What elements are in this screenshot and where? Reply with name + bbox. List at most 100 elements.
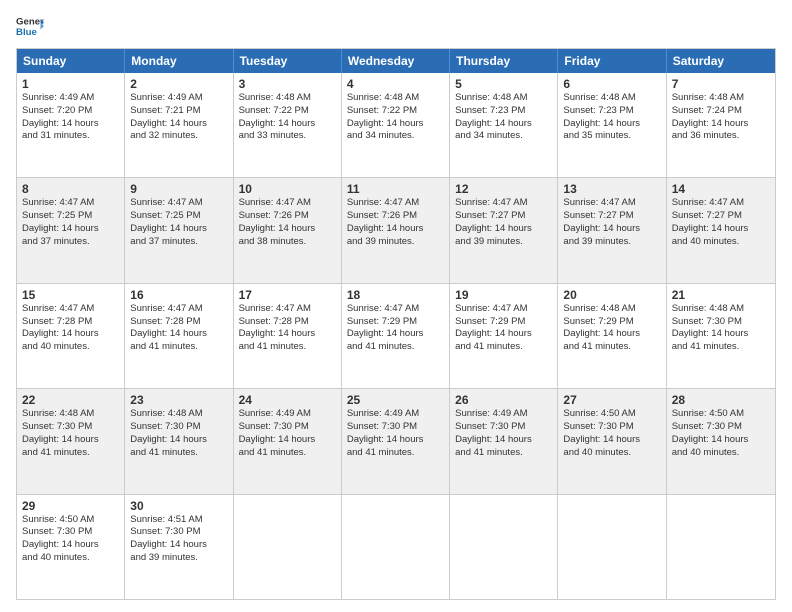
day-number: 6: [563, 77, 660, 91]
cell-info-line: Daylight: 14 hours: [130, 118, 227, 131]
cell-info-line: Sunset: 7:27 PM: [563, 210, 660, 223]
cell-info-line: Daylight: 14 hours: [347, 434, 444, 447]
cell-info-line: Sunset: 7:30 PM: [672, 421, 770, 434]
day-number: 17: [239, 288, 336, 302]
cell-info-line: Daylight: 14 hours: [22, 223, 119, 236]
cell-info-line: Sunrise: 4:47 AM: [455, 197, 552, 210]
day-number: 30: [130, 499, 227, 513]
cell-info-line: Sunrise: 4:47 AM: [672, 197, 770, 210]
day-number: 22: [22, 393, 119, 407]
day-cell-26: 26Sunrise: 4:49 AMSunset: 7:30 PMDayligh…: [450, 389, 558, 493]
day-number: 1: [22, 77, 119, 91]
cell-info-line: and 32 minutes.: [130, 130, 227, 143]
day-cell-23: 23Sunrise: 4:48 AMSunset: 7:30 PMDayligh…: [125, 389, 233, 493]
cell-info-line: Daylight: 14 hours: [563, 434, 660, 447]
cell-info-line: Sunrise: 4:47 AM: [130, 303, 227, 316]
cell-info-line: Sunrise: 4:47 AM: [239, 303, 336, 316]
cell-info-line: Sunrise: 4:48 AM: [130, 408, 227, 421]
day-cell-14: 14Sunrise: 4:47 AMSunset: 7:27 PMDayligh…: [667, 178, 775, 282]
cell-info-line: Daylight: 14 hours: [455, 118, 552, 131]
cell-info-line: Sunset: 7:29 PM: [347, 316, 444, 329]
cell-info-line: Sunset: 7:22 PM: [239, 105, 336, 118]
calendar-row-1: 1Sunrise: 4:49 AMSunset: 7:20 PMDaylight…: [17, 73, 775, 178]
page-header: General Blue: [16, 12, 776, 40]
cell-info-line: Sunset: 7:23 PM: [563, 105, 660, 118]
day-number: 25: [347, 393, 444, 407]
cell-info-line: Daylight: 14 hours: [347, 223, 444, 236]
cell-info-line: Sunrise: 4:47 AM: [455, 303, 552, 316]
cell-info-line: and 40 minutes.: [672, 236, 770, 249]
cell-info-line: Sunrise: 4:51 AM: [130, 514, 227, 527]
cell-info-line: Sunrise: 4:48 AM: [563, 92, 660, 105]
cell-info-line: and 41 minutes.: [347, 447, 444, 460]
header-day-monday: Monday: [125, 49, 233, 73]
cell-info-line: Sunset: 7:30 PM: [22, 421, 119, 434]
cell-info-line: and 37 minutes.: [22, 236, 119, 249]
day-cell-21: 21Sunrise: 4:48 AMSunset: 7:30 PMDayligh…: [667, 284, 775, 388]
cell-info-line: Sunset: 7:30 PM: [347, 421, 444, 434]
calendar-body: 1Sunrise: 4:49 AMSunset: 7:20 PMDaylight…: [17, 73, 775, 599]
cell-info-line: and 41 minutes.: [563, 341, 660, 354]
cell-info-line: Daylight: 14 hours: [239, 328, 336, 341]
cell-info-line: Sunset: 7:28 PM: [22, 316, 119, 329]
cell-info-line: Daylight: 14 hours: [239, 118, 336, 131]
cell-info-line: Sunset: 7:29 PM: [455, 316, 552, 329]
cell-info-line: Sunrise: 4:48 AM: [22, 408, 119, 421]
cell-info-line: Sunrise: 4:50 AM: [563, 408, 660, 421]
day-cell-22: 22Sunrise: 4:48 AMSunset: 7:30 PMDayligh…: [17, 389, 125, 493]
day-number: 20: [563, 288, 660, 302]
cell-info-line: Daylight: 14 hours: [563, 118, 660, 131]
cell-info-line: Sunrise: 4:49 AM: [130, 92, 227, 105]
cell-info-line: and 40 minutes.: [22, 552, 119, 565]
day-cell-8: 8Sunrise: 4:47 AMSunset: 7:25 PMDaylight…: [17, 178, 125, 282]
cell-info-line: Daylight: 14 hours: [239, 434, 336, 447]
cell-info-line: Sunset: 7:26 PM: [347, 210, 444, 223]
cell-info-line: and 41 minutes.: [130, 341, 227, 354]
cell-info-line: Sunrise: 4:48 AM: [672, 92, 770, 105]
cell-info-line: and 39 minutes.: [563, 236, 660, 249]
cell-info-line: and 40 minutes.: [672, 447, 770, 460]
header-day-wednesday: Wednesday: [342, 49, 450, 73]
day-cell-11: 11Sunrise: 4:47 AMSunset: 7:26 PMDayligh…: [342, 178, 450, 282]
day-number: 19: [455, 288, 552, 302]
day-cell-28: 28Sunrise: 4:50 AMSunset: 7:30 PMDayligh…: [667, 389, 775, 493]
day-cell-30: 30Sunrise: 4:51 AMSunset: 7:30 PMDayligh…: [125, 495, 233, 599]
header-day-friday: Friday: [558, 49, 666, 73]
cell-info-line: Sunset: 7:30 PM: [563, 421, 660, 434]
cell-info-line: Sunset: 7:27 PM: [672, 210, 770, 223]
cell-info-line: Sunset: 7:30 PM: [672, 316, 770, 329]
cell-info-line: Sunset: 7:29 PM: [563, 316, 660, 329]
cell-info-line: Daylight: 14 hours: [455, 434, 552, 447]
day-cell-24: 24Sunrise: 4:49 AMSunset: 7:30 PMDayligh…: [234, 389, 342, 493]
calendar: SundayMondayTuesdayWednesdayThursdayFrid…: [16, 48, 776, 600]
day-cell-9: 9Sunrise: 4:47 AMSunset: 7:25 PMDaylight…: [125, 178, 233, 282]
cell-info-line: Daylight: 14 hours: [563, 328, 660, 341]
cell-info-line: Sunrise: 4:48 AM: [563, 303, 660, 316]
cell-info-line: Daylight: 14 hours: [239, 223, 336, 236]
cell-info-line: Sunset: 7:28 PM: [239, 316, 336, 329]
day-cell-3: 3Sunrise: 4:48 AMSunset: 7:22 PMDaylight…: [234, 73, 342, 177]
day-number: 11: [347, 182, 444, 196]
logo-icon: General Blue: [16, 12, 44, 40]
day-cell-29: 29Sunrise: 4:50 AMSunset: 7:30 PMDayligh…: [17, 495, 125, 599]
svg-text:Blue: Blue: [16, 27, 37, 38]
cell-info-line: Daylight: 14 hours: [563, 223, 660, 236]
cell-info-line: and 41 minutes.: [22, 447, 119, 460]
day-number: 13: [563, 182, 660, 196]
calendar-row-5: 29Sunrise: 4:50 AMSunset: 7:30 PMDayligh…: [17, 495, 775, 599]
day-cell-5: 5Sunrise: 4:48 AMSunset: 7:23 PMDaylight…: [450, 73, 558, 177]
day-cell-7: 7Sunrise: 4:48 AMSunset: 7:24 PMDaylight…: [667, 73, 775, 177]
cell-info-line: and 41 minutes.: [672, 341, 770, 354]
cell-info-line: Daylight: 14 hours: [455, 223, 552, 236]
svg-text:General: General: [16, 16, 44, 27]
day-number: 18: [347, 288, 444, 302]
day-cell-13: 13Sunrise: 4:47 AMSunset: 7:27 PMDayligh…: [558, 178, 666, 282]
header-day-thursday: Thursday: [450, 49, 558, 73]
cell-info-line: Sunrise: 4:47 AM: [22, 197, 119, 210]
cell-info-line: and 33 minutes.: [239, 130, 336, 143]
day-number: 14: [672, 182, 770, 196]
day-cell-27: 27Sunrise: 4:50 AMSunset: 7:30 PMDayligh…: [558, 389, 666, 493]
day-number: 23: [130, 393, 227, 407]
header-day-saturday: Saturday: [667, 49, 775, 73]
day-cell-12: 12Sunrise: 4:47 AMSunset: 7:27 PMDayligh…: [450, 178, 558, 282]
